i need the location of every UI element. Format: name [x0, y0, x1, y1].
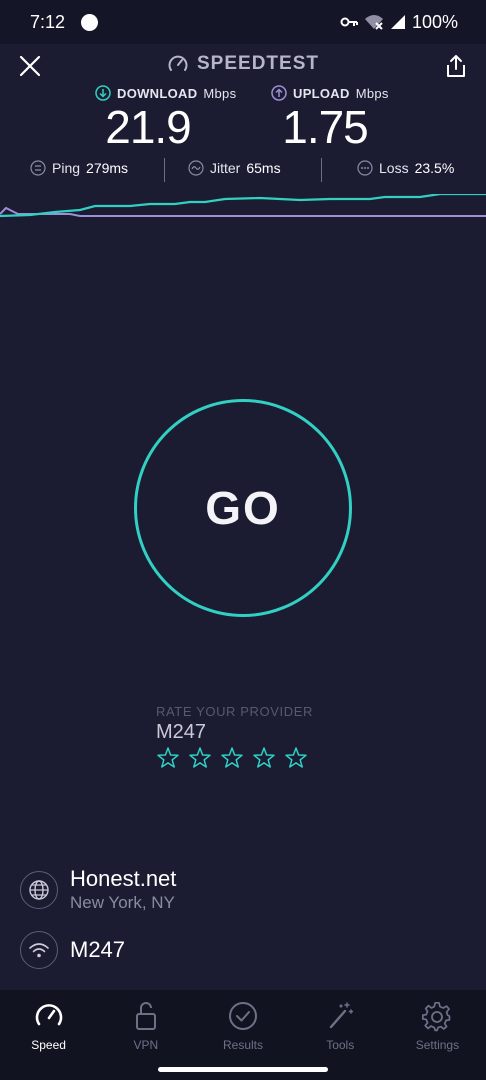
- upload-value: 1.75: [282, 101, 369, 153]
- jitter-stat: Jitter 65ms: [188, 160, 281, 176]
- speedtest-screen: SPEEDTEST DOWNLOAD Mbps UPLOAD Mbps 21.9…: [0, 44, 486, 990]
- rate-title: RATE YOUR PROVIDER: [156, 704, 313, 719]
- nav-results-label: Results: [223, 1038, 264, 1052]
- nav-vpn[interactable]: VPN: [97, 990, 194, 1060]
- server-location: New York, NY: [70, 893, 175, 912]
- go-button[interactable]: GO: [134, 399, 352, 617]
- check-circle-icon: [229, 1002, 257, 1030]
- star-icon[interactable]: [156, 746, 180, 770]
- jitter-label: Jitter: [210, 160, 241, 176]
- home-indicator[interactable]: [158, 1067, 328, 1072]
- bottom-nav: Speed VPN Results Tools Settings: [0, 990, 486, 1060]
- nav-tools[interactable]: Tools: [292, 990, 389, 1060]
- star-icon[interactable]: [252, 746, 276, 770]
- divider: [321, 158, 322, 182]
- vpn-key-icon: [340, 17, 358, 27]
- app-title: SPEEDTEST: [197, 53, 319, 74]
- battery-level: 100%: [411, 11, 458, 32]
- gear-icon: [422, 1001, 451, 1032]
- go-label: GO: [205, 482, 281, 534]
- unlock-icon: [135, 1002, 156, 1030]
- speedometer-icon: [168, 55, 188, 71]
- star-icon[interactable]: [220, 746, 244, 770]
- download-arrow-icon: [95, 85, 111, 101]
- nav-settings[interactable]: Settings: [389, 990, 486, 1060]
- wifi-off-icon: [364, 15, 383, 30]
- upload-line: [0, 206, 486, 217]
- upload-unit: Mbps: [355, 85, 389, 101]
- nav-speed[interactable]: Speed: [0, 990, 97, 1060]
- loss-stat: Loss 23.5%: [357, 160, 454, 176]
- download-header: DOWNLOAD Mbps: [95, 85, 236, 101]
- download-value: 21.9: [105, 101, 192, 153]
- ping-stat: Ping 279ms: [30, 160, 128, 176]
- notification-dot-icon: [81, 13, 99, 31]
- globe-icon: [20, 870, 58, 909]
- speedometer-icon: [35, 1004, 62, 1026]
- network-name: M247: [70, 937, 126, 962]
- wifi-icon: [20, 931, 58, 969]
- brand: SPEEDTEST: [0, 53, 486, 75]
- signal-icon: [390, 15, 405, 29]
- server-name: Honest.net: [70, 866, 177, 891]
- server-selector[interactable]: Honest.net New York, NY: [20, 866, 176, 913]
- jitter-icon: [188, 160, 204, 176]
- star-icon[interactable]: [284, 746, 308, 770]
- upload-arrow-icon: [271, 85, 287, 101]
- ping-icon: [30, 160, 46, 176]
- star-icon[interactable]: [188, 746, 212, 770]
- loss-value: 23.5%: [414, 160, 455, 176]
- ping-label: Ping: [52, 160, 81, 176]
- divider: [164, 158, 165, 182]
- nav-settings-label: Settings: [415, 1038, 460, 1052]
- loss-label: Loss: [379, 160, 409, 176]
- rate-provider-section: RATE YOUR PROVIDER M247: [156, 704, 313, 770]
- gesture-area: [0, 1060, 486, 1080]
- rate-provider-name: M247: [156, 721, 207, 743]
- magic-wand-icon: [330, 1002, 354, 1029]
- nav-vpn-label: VPN: [133, 1038, 159, 1052]
- nav-speed-label: Speed: [31, 1038, 66, 1052]
- star-rating: [156, 746, 313, 770]
- network-info: M247: [20, 931, 125, 969]
- jitter-value: 65ms: [246, 160, 281, 176]
- throughput-graph: [0, 194, 486, 218]
- header: SPEEDTEST: [0, 44, 486, 88]
- loss-icon: [357, 160, 373, 176]
- upload-header: UPLOAD Mbps: [271, 85, 389, 101]
- upload-label: UPLOAD: [293, 85, 350, 101]
- share-icon[interactable]: [442, 52, 470, 80]
- status-time: 7:12: [30, 11, 66, 32]
- download-line: [0, 194, 486, 218]
- stats-row: Ping 279ms Jitter 65ms Loss 23.5%: [0, 158, 486, 184]
- nav-results[interactable]: Results: [194, 990, 291, 1060]
- ping-value: 279ms: [86, 160, 129, 176]
- nav-tools-label: Tools: [326, 1038, 355, 1052]
- status-bar: 7:12 100%: [0, 0, 486, 44]
- download-label: DOWNLOAD: [117, 85, 198, 101]
- download-unit: Mbps: [203, 85, 237, 101]
